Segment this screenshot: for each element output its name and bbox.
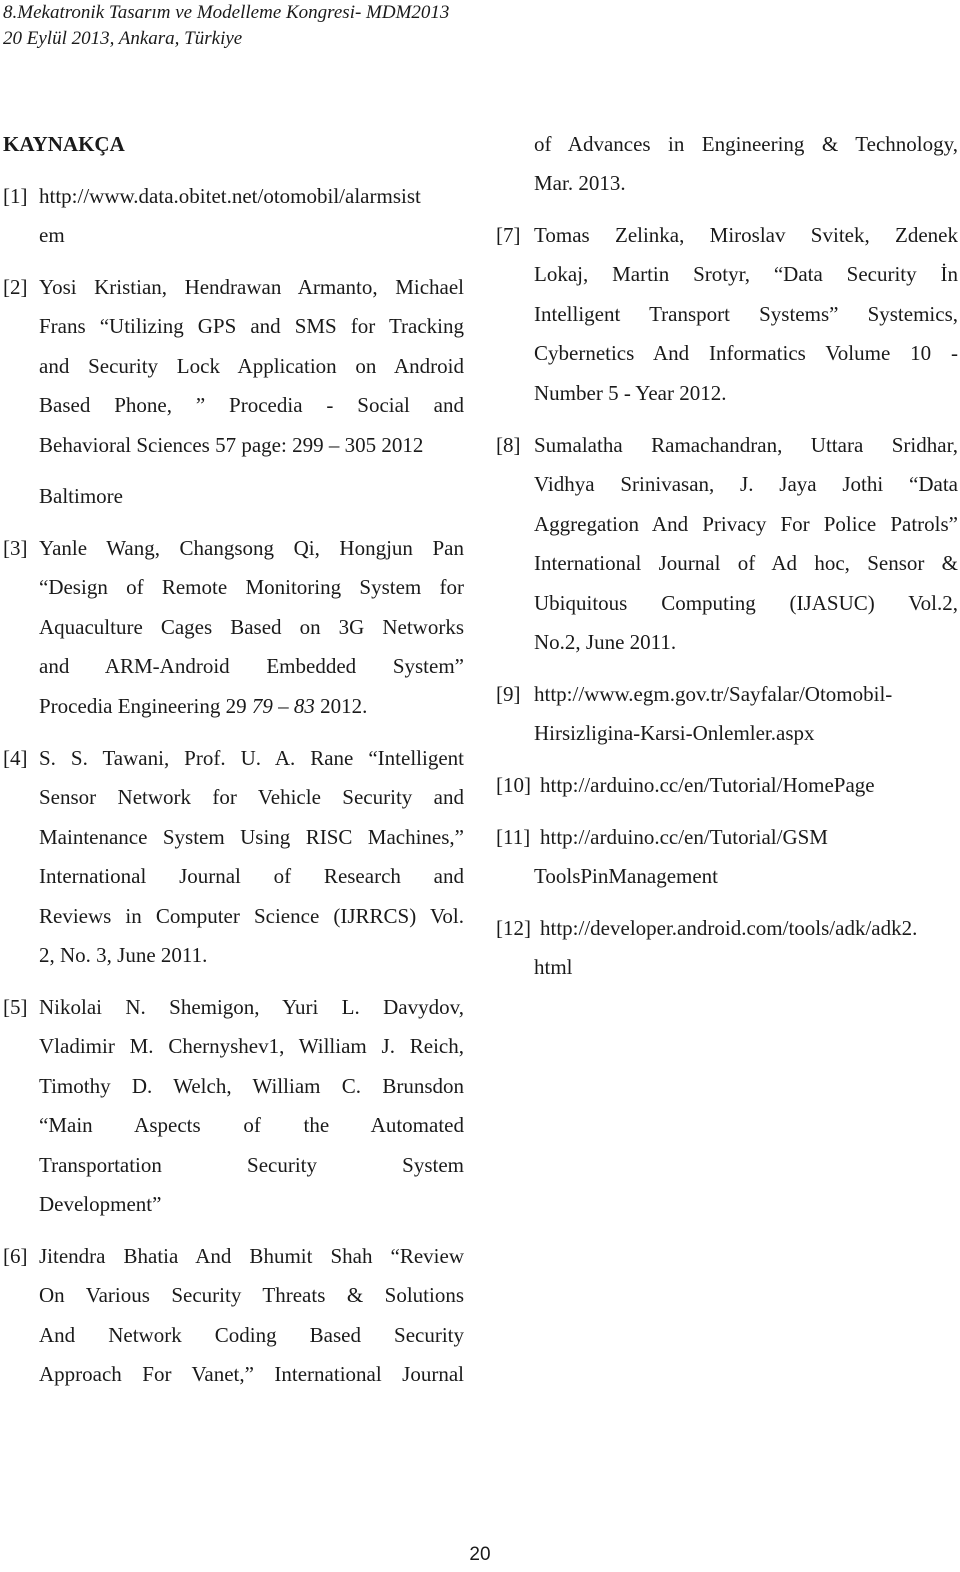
reference-line: Based Phone, ” Procedia - Social and (39, 393, 464, 418)
reference-6: [6] Jitendra Bhatia And Bhumit Shah “Rev… (0, 1237, 464, 1395)
reference-line: 2, No. 3, June 2011. (39, 942, 208, 967)
reference-line: No.2, June 2011. (534, 629, 677, 654)
reference-link[interactable]: html (534, 948, 958, 987)
reference-link[interactable]: http://arduino.cc/en/Tutorial/HomePage (540, 766, 958, 805)
reference-line: Mar. 2013. (534, 171, 626, 196)
reference-line: Jitendra Bhatia And Bhumit Shah “Review (39, 1244, 464, 1268)
reference-line: Sensor Network for Vehicle Security and (39, 785, 464, 810)
reference-line: Nikolai N. Shemigon, Yuri L. Davydov, (39, 995, 464, 1019)
page-header: 8.Mekatronik Tasarım ve Modelleme Kongre… (3, 0, 449, 52)
reference-line: International Journal of Ad hoc, Sensor … (534, 551, 958, 576)
reference-text: Procedia Engineering 29 (39, 693, 252, 718)
reference-line: Lokaj, Martin Srotyr, “Data Security İn (534, 262, 958, 287)
reference-line: Approach For Vanet,” International Journ… (39, 1362, 464, 1387)
reference-line[interactable]: em (39, 216, 464, 255)
reference-line: Timothy D. Welch, William C. Brunsdon (39, 1073, 464, 1098)
reference-number: [10] (496, 773, 531, 797)
reference-10: [10] http://arduino.cc/en/Tutorial/HomeP… (496, 766, 958, 805)
reference-line: and Security Lock Application on Android (39, 353, 464, 378)
reference-line: S. S. Tawani, Prof. U. A. Rane “Intellig… (39, 746, 464, 770)
conference-date-location: 20 Eylül 2013, Ankara, Türkiye (3, 28, 243, 49)
reference-2: [2] Yosi Kristian, Hendrawan Armanto, Mi… (0, 268, 464, 516)
reference-line: “Design of Remote Monitoring System for (39, 575, 464, 600)
reference-text: 2012. (314, 693, 368, 718)
reference-line: and ARM-Android Embedded System” (39, 654, 464, 679)
reference-line: Procedia Engineering 29 79 – 83 2012. (39, 687, 464, 726)
reference-line: On Various Security Threats & Solutions (39, 1283, 464, 1308)
reference-number: [6] (3, 1244, 28, 1268)
conference-title: 8.Mekatronik Tasarım ve Modelleme Kongre… (3, 2, 450, 23)
reference-line: Baltimore (39, 483, 123, 508)
reference-line: Development” (39, 1191, 162, 1216)
reference-line: Intelligent Transport Systems” Systemics… (534, 301, 958, 326)
reference-11: [11] http://arduino.cc/en/Tutorial/GSM T… (496, 818, 958, 897)
reference-6-continued: of Advances in Engineering & Technology,… (496, 125, 958, 204)
reference-5: [5] Nikolai N. Shemigon, Yuri L. Davydov… (0, 988, 464, 1224)
reference-7: [7] Tomas Zelinka, Miroslav Svitek, Zden… (496, 216, 958, 413)
reference-line: Reviews in Computer Science (IJRRCS) Vol… (39, 903, 464, 928)
reference-line: Frans “Utilizing GPS and SMS for Trackin… (39, 314, 464, 339)
reference-link[interactable]: ToolsPinManagement (534, 857, 958, 896)
reference-pages-italic: 79 – 83 (251, 693, 315, 718)
reference-line: “Main Aspects of the Automated (39, 1113, 464, 1138)
reference-line: Yanle Wang, Changsong Qi, Hongjun Pan (39, 536, 464, 560)
reference-line: Sumalatha Ramachandran, Uttara Sridhar, (534, 433, 958, 457)
reference-number: [8] (496, 433, 521, 457)
reference-line: International Journal of Research and (39, 864, 464, 889)
reference-9: [9] http://www.egm.gov.tr/Sayfalar/Otomo… (496, 675, 958, 754)
reference-number: [7] (496, 223, 521, 247)
reference-4: [4] S. S. Tawani, Prof. U. A. Rane “Inte… (0, 739, 464, 975)
reference-line: Aggregation And Privacy For Police Patro… (534, 511, 958, 536)
reference-line: Aquaculture Cages Based on 3G Networks (39, 614, 464, 639)
reference-link[interactable]: http://developer.android.com/tools/adk/a… (540, 909, 958, 948)
reference-line: Tomas Zelinka, Miroslav Svitek, Zdenek (534, 223, 958, 247)
reference-line: Cybernetics And Informatics Volume 10 - (534, 341, 958, 366)
reference-number: [11] (496, 825, 531, 849)
reference-number: [4] (3, 746, 28, 770)
reference-line: Vidhya Srinivasan, J. Jaya Jothi “Data (534, 472, 958, 497)
reference-line[interactable]: http://www.data.obitet.net/otomobil/alar… (39, 177, 464, 216)
reference-line: Behavioral Sciences 57 page: 299 – 305 2… (39, 432, 424, 457)
reference-number: [3] (3, 536, 28, 560)
reference-link[interactable]: http://arduino.cc/en/Tutorial/GSM (540, 818, 958, 857)
reference-line: And Network Coding Based Security (39, 1322, 464, 1347)
reference-8: [8] Sumalatha Ramachandran, Uttara Sridh… (496, 426, 958, 662)
reference-12: [12] http://developer.android.com/tools/… (496, 909, 958, 988)
reference-number: [5] (3, 995, 28, 1019)
reference-line: Maintenance System Using RISC Machines,” (39, 824, 464, 849)
page-number: 20 (469, 1544, 491, 1565)
reference-line: Transportation Security System (39, 1152, 464, 1177)
section-title: KAYNAKÇA (3, 132, 125, 156)
reference-number: [12] (496, 916, 531, 940)
reference-line: Yosi Kristian, Hendrawan Armanto, Michae… (39, 275, 464, 299)
reference-number: [2] (3, 275, 28, 299)
reference-line: Ubiquitous Computing (IJASUC) Vol.2, (534, 590, 958, 615)
reference-3: [3] Yanle Wang, Changsong Qi, Hongjun Pa… (0, 529, 464, 726)
reference-1: [1] http://www.data.obitet.net/otomobil/… (0, 177, 464, 256)
reference-link[interactable]: Hirsizligina-Karsi-Onlemler.aspx (534, 714, 958, 753)
reference-line: Number 5 - Year 2012. (534, 380, 727, 405)
reference-link[interactable]: http://www.egm.gov.tr/Sayfalar/Otomobil- (534, 675, 958, 714)
reference-number: [1] (3, 184, 28, 208)
reference-number: [9] (496, 682, 521, 706)
reference-line: Vladimir M. Chernyshev1, William J. Reic… (39, 1034, 464, 1059)
reference-line: of Advances in Engineering & Technology, (534, 132, 958, 156)
